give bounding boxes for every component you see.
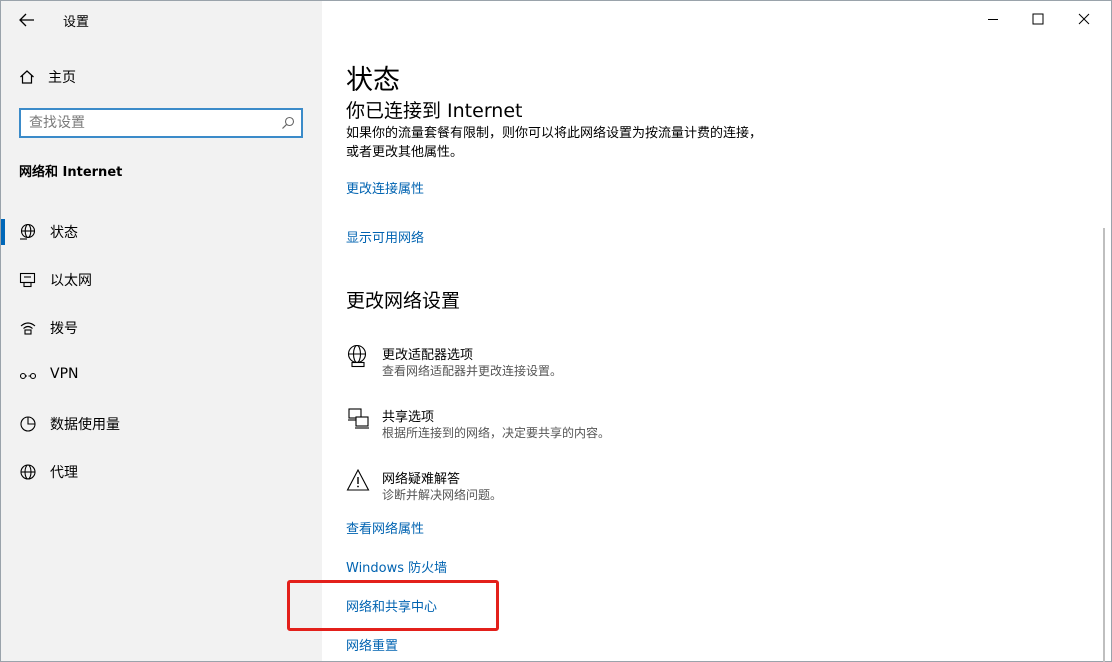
data-usage-icon: [20, 416, 36, 432]
link-change-connection-properties[interactable]: 更改连接属性: [346, 178, 424, 197]
change-settings-heading: 更改网络设置: [346, 290, 461, 312]
setting-title: 更改适配器选项: [382, 348, 474, 363]
sidebar-item-vpn[interactable]: VPN: [1, 353, 322, 401]
link-view-network-properties[interactable]: 查看网络属性: [346, 518, 424, 537]
minimize-button[interactable]: [970, 0, 1016, 38]
back-arrow-icon: [19, 13, 34, 27]
sidebar-item-home[interactable]: 主页: [19, 65, 299, 89]
sidebar-item-ethernet[interactable]: 以太网: [1, 257, 322, 305]
back-button[interactable]: [15, 9, 39, 31]
sidebar-item-label: 以太网: [50, 273, 92, 289]
sidebar: 设置 主页 网络和 Internet 状态: [1, 1, 322, 661]
search-box[interactable]: [19, 108, 303, 138]
globe-status-icon: [20, 223, 36, 240]
title-bar: 设置: [1, 1, 322, 39]
highlight-annotation: [287, 580, 499, 631]
link-show-available-networks[interactable]: 显示可用网络: [346, 227, 424, 246]
sidebar-item-data-usage[interactable]: 数据使用量: [1, 401, 322, 449]
link-windows-firewall[interactable]: Windows 防火墙: [346, 557, 447, 576]
connection-description: 如果你的流量套餐有限制，则你可以将此网络设置为按流量计费的连接，或者更改其他属性…: [346, 126, 763, 160]
sidebar-item-dialup[interactable]: 拨号: [1, 305, 322, 353]
search-icon[interactable]: [281, 116, 295, 130]
setting-description: 查看网络适配器并更改连接设置。: [382, 364, 563, 378]
sidebar-item-label: 拨号: [50, 321, 78, 337]
search-input[interactable]: [29, 114, 269, 132]
ethernet-icon: [19, 272, 36, 288]
vpn-icon: [19, 372, 37, 380]
adapter-globe-icon: [347, 344, 367, 368]
globe-icon: [20, 464, 36, 480]
close-icon: [1078, 13, 1090, 25]
warning-icon: [346, 468, 370, 491]
home-label: 主页: [48, 70, 76, 86]
page-title: 状态: [346, 65, 400, 96]
dialup-icon: [20, 322, 36, 335]
maximize-icon: [1032, 13, 1044, 25]
sidebar-item-label: 数据使用量: [50, 417, 120, 433]
setting-sharing-options[interactable]: 共享选项 根据所连接到的网络，决定要共享的内容。: [346, 406, 846, 456]
maximize-button[interactable]: [1015, 0, 1061, 38]
home-icon: [20, 70, 34, 84]
link-network-reset[interactable]: 网络重置: [346, 635, 398, 654]
sidebar-item-status[interactable]: 状态: [1, 209, 322, 257]
scrollbar[interactable]: [1103, 228, 1105, 662]
setting-description: 诊断并解决网络问题。: [382, 488, 503, 502]
section-title: 网络和 Internet: [19, 165, 123, 180]
connection-heading: 你已连接到 Internet: [346, 100, 523, 122]
setting-title: 共享选项: [382, 410, 435, 425]
setting-troubleshoot[interactable]: 网络疑难解答 诊断并解决网络问题。: [346, 468, 846, 518]
setting-title: 网络疑难解答: [382, 472, 461, 487]
app-title: 设置: [63, 15, 90, 30]
sharing-icon: [348, 408, 369, 429]
sidebar-item-label: VPN: [50, 366, 79, 382]
sidebar-item-label: 状态: [50, 225, 78, 241]
close-button[interactable]: [1061, 0, 1107, 38]
minimize-icon: [988, 19, 998, 20]
setting-adapter-options[interactable]: 更改适配器选项 查看网络适配器并更改连接设置。: [346, 344, 846, 394]
setting-description: 根据所连接到的网络，决定要共享的内容。: [382, 426, 611, 440]
sidebar-nav: 状态 以太网 拨号 VPN 数据使用量 代理: [1, 209, 322, 497]
sidebar-item-proxy[interactable]: 代理: [1, 449, 322, 497]
sidebar-item-label: 代理: [50, 465, 78, 481]
